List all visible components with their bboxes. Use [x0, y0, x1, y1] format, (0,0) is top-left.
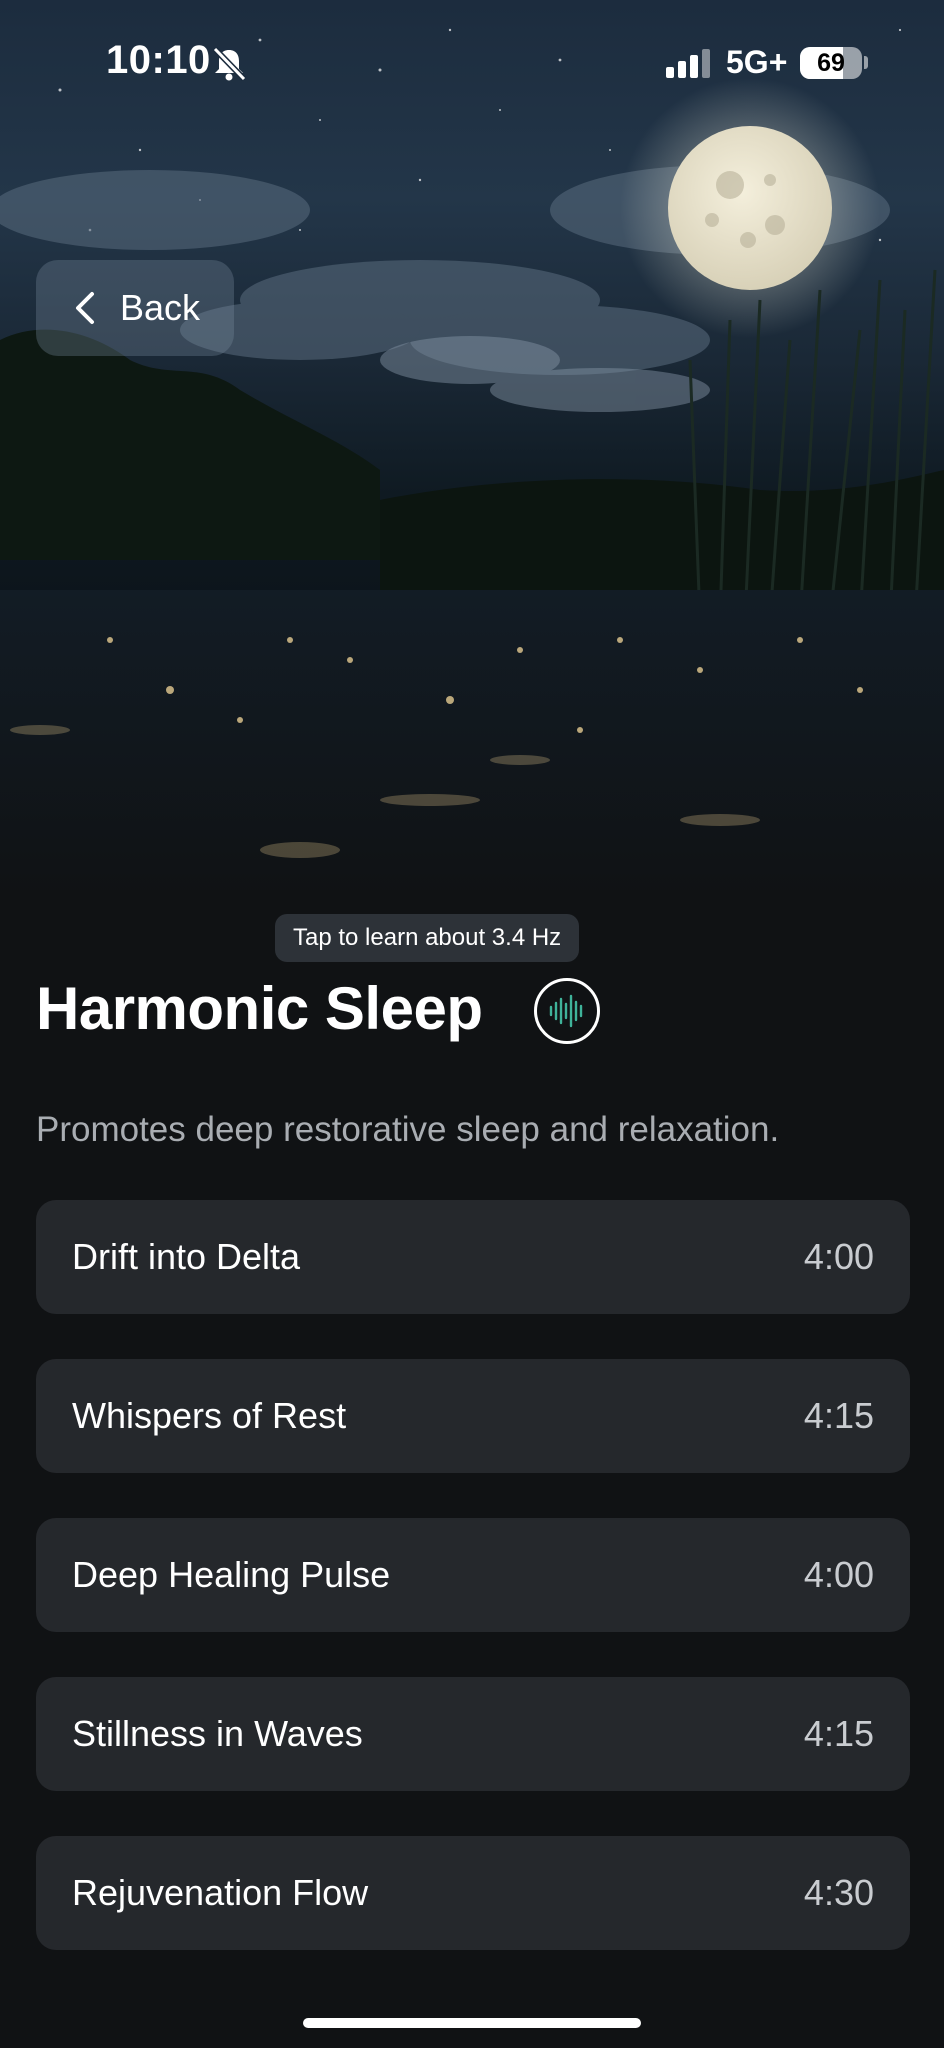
- signal-icon: [664, 48, 714, 83]
- track-duration: 4:00: [803, 1236, 874, 1277]
- sound-wave-icon: [549, 994, 583, 1028]
- track-name: Deep Healing Pulse: [72, 1554, 391, 1595]
- frequency-info-tooltip[interactable]: Tap to learn about 3.4 Hz: [275, 914, 580, 962]
- track-duration: 4:30: [803, 1872, 874, 1913]
- back-button[interactable]: Back: [36, 260, 234, 356]
- track-duration: 4:15: [803, 1713, 874, 1754]
- track-duration: 4:00: [803, 1554, 874, 1595]
- frequency-info-button[interactable]: [534, 978, 600, 1044]
- hero-image: [0, 0, 944, 900]
- battery-icon: 69: [800, 47, 862, 79]
- page-description: Promotes deep restorative sleep and rela…: [36, 1110, 780, 1149]
- track-name: Drift into Delta: [72, 1236, 301, 1277]
- track-name: Stillness in Waves: [72, 1713, 363, 1754]
- track-item[interactable]: Stillness in Waves 4:15: [36, 1677, 910, 1791]
- back-button-label: Back: [120, 287, 201, 328]
- track-item[interactable]: Rejuvenation Flow 4:30: [36, 1836, 910, 1950]
- moon: [668, 126, 832, 290]
- track-name: Whispers of Rest: [72, 1395, 347, 1436]
- track-name: Rejuvenation Flow: [72, 1872, 369, 1913]
- battery-terminal: [864, 56, 868, 69]
- track-duration: 4:15: [803, 1395, 874, 1436]
- track-item[interactable]: Drift into Delta 4:00: [36, 1200, 910, 1314]
- track-list: Drift into Delta 4:00 Whispers of Rest 4…: [36, 1200, 910, 1995]
- bell-slash-icon: [212, 46, 247, 87]
- network-type: 5G+: [726, 44, 788, 80]
- chevron-left-icon: [76, 292, 94, 324]
- battery-percentage: 69: [817, 49, 845, 77]
- track-item[interactable]: Whispers of Rest 4:15: [36, 1359, 910, 1473]
- status-time: 10:10: [106, 38, 211, 82]
- home-indicator[interactable]: [303, 2018, 641, 2028]
- status-bar: 10:10 5G+ 69: [0, 0, 944, 130]
- page-title: Harmonic Sleep: [36, 975, 483, 1042]
- track-item[interactable]: Deep Healing Pulse 4:00: [36, 1518, 910, 1632]
- night-lake-illustration: [0, 28, 944, 900]
